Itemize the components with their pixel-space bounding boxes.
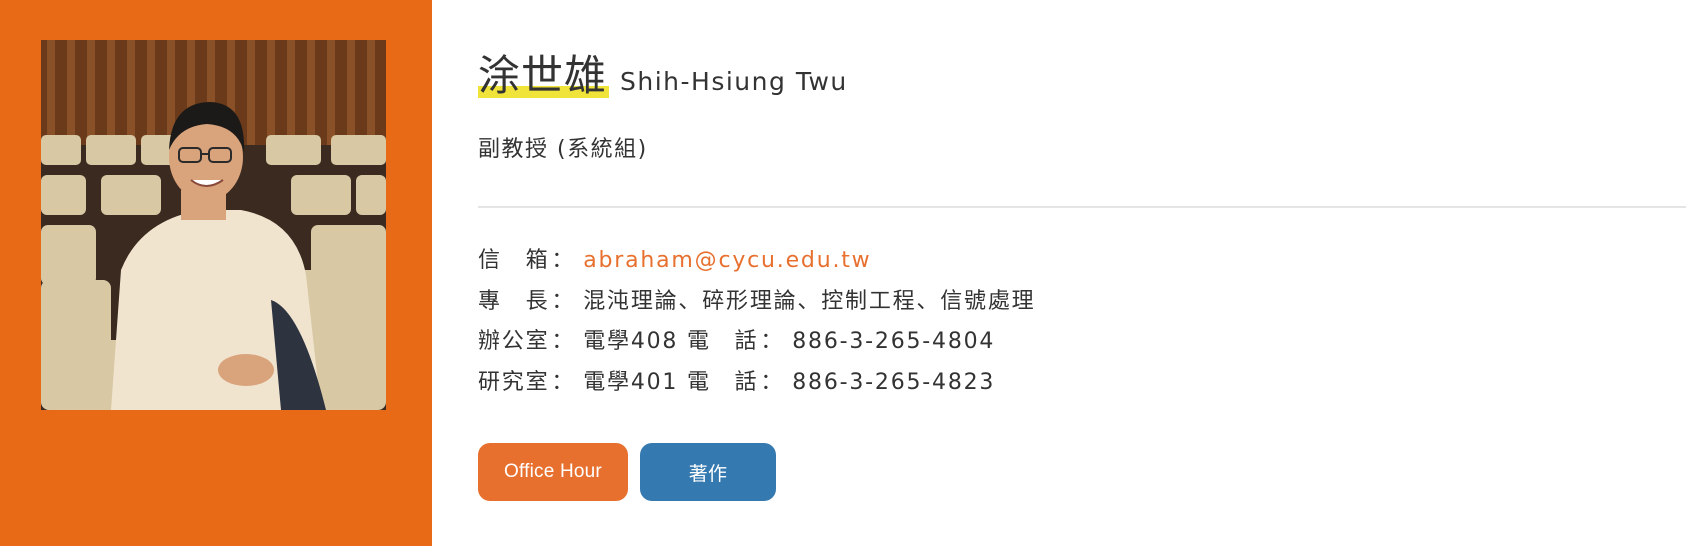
office-phone-label: 電 話 [687,329,759,354]
office-room: 電學408 [583,329,679,354]
colon: ： [760,369,785,395]
lab-row: 研究室： 電學401 電 話： 886-3-265-4823 [478,367,1035,408]
job-title: 副教授 (系統組) [478,137,648,162]
specialty-label: 專 長 [478,288,550,314]
sidebar-panel [0,0,432,546]
office-row: 辦公室： 電學408 電 話： 886-3-265-4804 [478,326,1035,367]
divider [478,206,1686,208]
specialty-row: 專 長： 混沌理論、碎形理論、控制工程、信號處理 [478,286,1035,327]
office-hour-button[interactable]: Office Hour [478,443,628,501]
profile-content: 涂世雄 Shih-Hsiung Twu 副教授 (系統組) 信 箱： abraha… [478,0,1686,546]
name-chinese: 涂世雄 [478,42,610,103]
action-buttons: Office Hour 著作 [478,443,776,501]
colon: ： [551,248,576,273]
colon: ： [551,329,576,354]
lab-phone-label: 電 話 [687,369,759,395]
colon: ： [551,288,576,314]
contact-info: 信 箱： abraham@cycu.edu.tw 專 長： 混沌理論、碎形理論、控制… [478,245,1035,407]
email-link[interactable]: abraham@cycu.edu.tw [583,248,871,273]
specialty-value: 混沌理論、碎形理論、控制工程、信號處理 [583,288,1036,314]
lab-room: 電學401 [583,369,679,395]
publications-button[interactable]: 著作 [640,443,776,501]
portrait-photo-icon [41,40,386,410]
office-phone: 886-3-265-4804 [792,329,996,354]
colon: ： [760,329,785,354]
name-heading: 涂世雄 Shih-Hsiung Twu [478,42,848,103]
colon: ： [551,369,576,395]
lab-label: 研究室 [478,369,550,395]
name-english: Shih-Hsiung Twu [620,67,848,96]
lab-phone: 886-3-265-4823 [792,369,996,395]
profile-photo [41,40,386,410]
office-label: 辦公室 [478,329,550,354]
email-row: 信 箱： abraham@cycu.edu.tw [478,245,1035,286]
email-label: 信 箱 [478,248,550,273]
